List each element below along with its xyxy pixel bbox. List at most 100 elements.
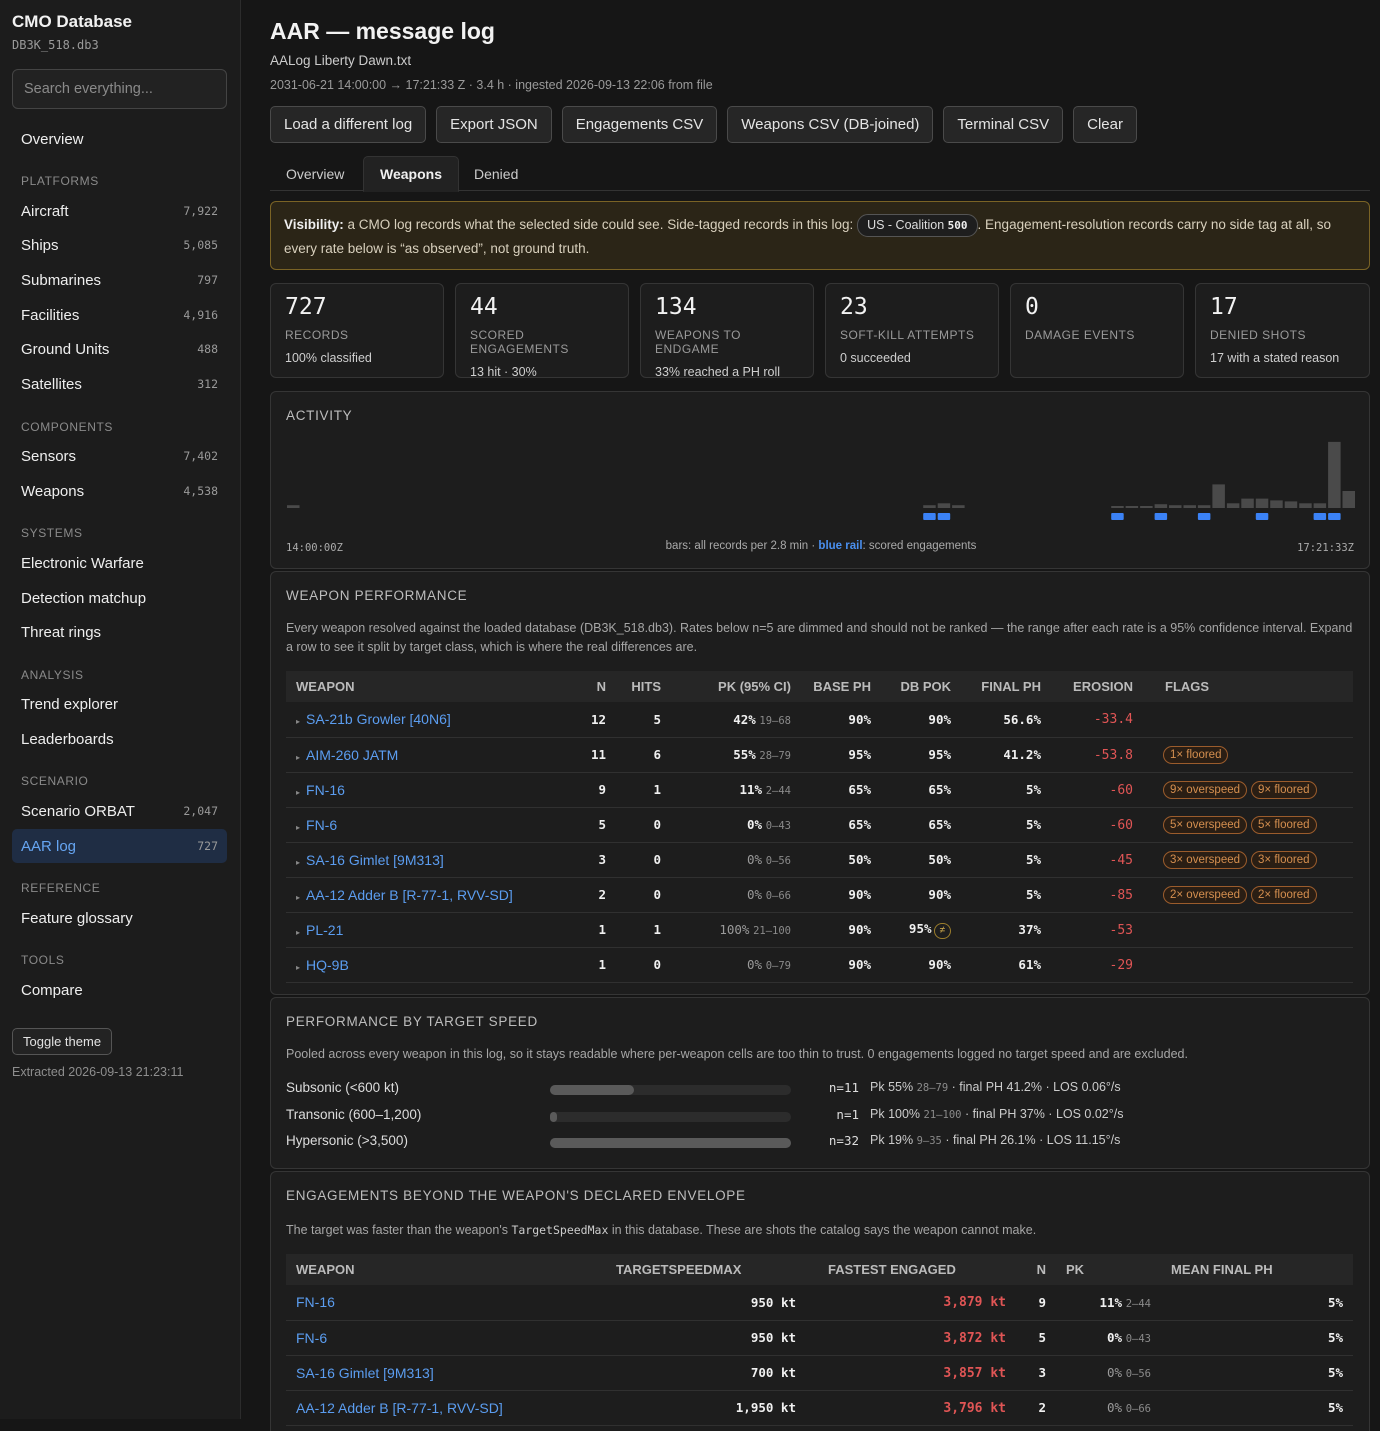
nav-leaderboards[interactable]: Leaderboards [12,722,227,756]
nav-feature-glossary[interactable]: Feature glossary [12,901,227,935]
nav-ships[interactable]: Ships 5,085 [12,228,227,262]
nav-label: Detection matchup [21,589,147,607]
col-erosion[interactable]: EROSION [1051,671,1143,702]
tab-denied[interactable]: Denied [458,156,534,191]
clear-button[interactable]: Clear [1073,106,1137,143]
weapon-link[interactable]: AIM-260 JATM [306,747,398,763]
nav-weapons[interactable]: Weapons 4,538 [12,474,227,508]
weapon-link[interactable]: FN-6 [296,1330,327,1346]
col-fastest-engaged[interactable]: FASTEST ENGAGED [806,1254,1016,1285]
table-row[interactable]: AA-12 Adder B [R-77-1, RVV-SD] 1,950 kt 3,… [286,1390,1353,1426]
col-flags[interactable]: FLAGS [1143,671,1353,702]
nav-scenario-orbat[interactable]: Scenario ORBAT 2,047 [12,794,227,828]
weapon-cell[interactable]: ▸ FN-16 [286,772,566,808]
stat-label: SCORED ENGAGEMENTS [470,328,569,356]
load-log-button[interactable]: Load a different log [270,106,427,143]
tab-weapons[interactable]: Weapons [363,156,459,192]
nav-electronic-warfare[interactable]: Electronic Warfare [12,546,227,580]
pk-ci: 0–56 [765,855,791,867]
toggle-theme-button[interactable]: Toggle theme [12,1028,113,1055]
nav-trend-explorer[interactable]: Trend explorer [12,687,227,721]
weapon-link[interactable]: FN-6 [306,817,337,833]
export-json-button[interactable]: Export JSON [436,106,552,143]
col-db-pok[interactable]: DB POK [881,671,961,702]
weapon-cell[interactable]: FN-16 [286,1285,606,1321]
weapons-csv-button[interactable]: Weapons CSV (DB-joined) [727,106,934,143]
expand-caret-icon[interactable]: ▸ [296,823,300,832]
scored-engagement-marker [1154,513,1168,520]
nav-sensors[interactable]: Sensors 7,402 [12,439,227,473]
col-n[interactable]: N [566,671,616,702]
stat-value: 23 [840,294,868,320]
nav-satellites[interactable]: Satellites 312 [12,367,227,401]
table-row[interactable]: ▸ SA-16 Gimlet [9M313] 3 0 0% 0–56 50% 50% 5% -4… [286,842,1353,878]
weapon-link[interactable]: FN-16 [296,1294,335,1310]
weapon-link[interactable]: AA-12 Adder B [R-77-1, RVV-SD] [296,1400,503,1416]
table-row[interactable]: ▸ PL-21 1 1 100% 21–100 90% 95% ≠ 37% -53 [286,912,1353,948]
weapon-cell[interactable]: ▸ HQ-9B [286,947,566,983]
table-row[interactable]: SA-16 Gimlet [9M313] 700 kt 3,857 kt 3 0% 0–… [286,1355,1353,1391]
tab-overview[interactable]: Overview [270,156,360,191]
mean-final-ph-value: 5% [1327,1294,1343,1310]
terminal-csv-button[interactable]: Terminal CSV [943,106,1064,143]
nav-aircraft[interactable]: Aircraft 7,922 [12,194,227,228]
nav-aar-log[interactable]: AAR log 727 [12,829,227,863]
weapon-cell[interactable]: SA-16 Gimlet [9M313] [286,1355,606,1391]
hits-cell: 0 [616,877,671,913]
weapon-cell[interactable]: ▸ PL-21 [286,912,566,948]
nav-overview[interactable]: Overview [12,122,227,156]
weapon-cell[interactable]: ▸ AIM-260 JATM [286,737,566,773]
col-pk[interactable]: PK (95% CI) [671,671,801,702]
weapon-cell[interactable]: FN-6 [286,1320,606,1356]
weapon-link[interactable]: SA-16 Gimlet [9M313] [306,852,444,868]
expand-caret-icon[interactable]: ▸ [296,717,300,726]
col-hits[interactable]: HITS [616,671,671,702]
table-row[interactable]: ▸ SA-21b Growler [40N6] 12 5 42% 19–68 90% 90%… [286,702,1353,738]
table-row[interactable]: ▸ AIM-260 JATM 11 6 55% 28–79 95% 95% 41.2% -53.… [286,737,1353,773]
weapon-cell[interactable]: ▸ SA-21b Growler [40N6] [286,702,566,738]
engagements-csv-button[interactable]: Engagements CSV [561,106,718,143]
search-input[interactable] [12,69,227,109]
nav-detection-matchup[interactable]: Detection matchup [12,581,227,615]
col-n[interactable]: N [1016,1254,1056,1285]
weapon-link[interactable]: HQ-9B [306,957,349,973]
expand-caret-icon[interactable]: ▸ [296,963,300,972]
weapon-link[interactable]: SA-21b Growler [40N6] [306,711,451,727]
col-mean-final-ph[interactable]: MEAN FINAL PH [1161,1254,1353,1285]
nav-ground-units[interactable]: Ground Units 488 [12,332,227,366]
weapon-link[interactable]: SA-16 Gimlet [9M313] [296,1365,434,1381]
nav-label: Submarines [21,271,102,289]
section-scenario: SCENARIO [21,774,89,788]
weapon-cell[interactable]: ▸ SA-16 Gimlet [9M313] [286,842,566,878]
weapon-cell[interactable]: AA-12 Adder B [R-77-1, RVV-SD] [286,1390,606,1426]
table-row[interactable]: FN-16 950 kt 3,879 kt 9 11% 2–44 5% [286,1285,1353,1321]
expand-caret-icon[interactable]: ▸ [296,753,300,762]
nav-submarines[interactable]: Submarines 797 [12,263,227,297]
col-pk[interactable]: PK [1056,1254,1161,1285]
col-weapon[interactable]: WEAPON [286,671,566,702]
table-row[interactable]: ▸ FN-16 9 1 11% 2–44 65% 65% 5% -60 9× overspeed 9… [286,772,1353,808]
col-targetspeedmax[interactable]: TARGETSPEEDMAX [606,1254,806,1285]
n-cell: 11 [566,737,616,773]
nav-facilities[interactable]: Facilities 4,916 [12,298,227,332]
expand-caret-icon[interactable]: ▸ [296,928,300,937]
nav-compare[interactable]: Compare [12,973,227,1007]
expand-caret-icon[interactable]: ▸ [296,788,300,797]
expand-caret-icon[interactable]: ▸ [296,893,300,902]
visibility-notice: Visibility: a CMO log records what the s… [270,201,1370,270]
weapon-link[interactable]: FN-16 [306,782,345,798]
weapon-link[interactable]: AA-12 Adder B [R-77-1, RVV-SD] [306,887,513,903]
col-final-ph[interactable]: FINAL PH [961,671,1051,702]
weapon-cell[interactable]: ▸ AA-12 Adder B [R-77-1, RVV-SD] [286,877,566,913]
n-cell: 2 [1016,1390,1056,1426]
table-row[interactable]: ▸ AA-12 Adder B [R-77-1, RVV-SD] 2 0 0% 0–66… [286,877,1353,913]
nav-threat-rings[interactable]: Threat rings [12,615,227,649]
weapon-cell[interactable]: ▸ FN-6 [286,807,566,843]
expand-caret-icon[interactable]: ▸ [296,858,300,867]
weapon-link[interactable]: PL-21 [306,922,343,938]
table-row[interactable]: ▸ FN-6 5 0 0% 0–43 65% 65% 5% -60 5× overspeed 5× … [286,807,1353,843]
table-row[interactable]: FN-6 950 kt 3,872 kt 5 0% 0–43 5% [286,1320,1353,1356]
table-row[interactable]: ▸ HQ-9B 1 0 0% 0–79 90% 90% 61% -29 [286,947,1353,983]
col-weapon[interactable]: WEAPON [286,1254,606,1285]
col-base-ph[interactable]: BASE PH [801,671,881,702]
